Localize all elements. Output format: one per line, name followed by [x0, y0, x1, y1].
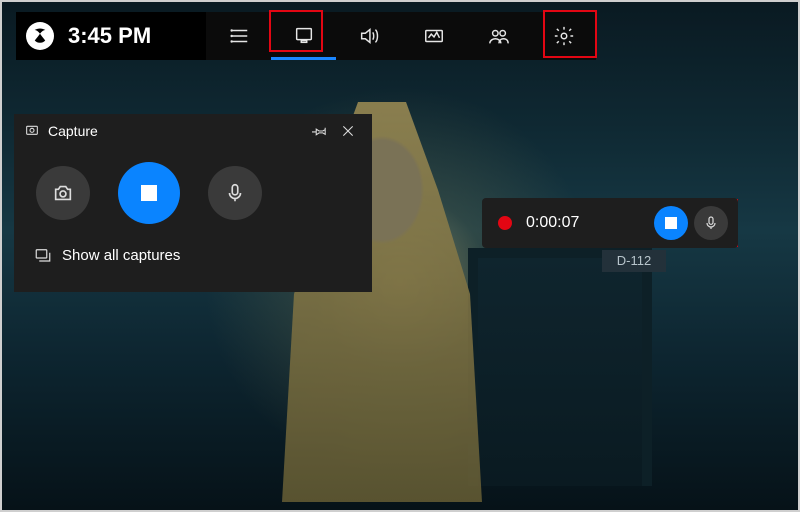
xbox-logo-icon[interactable] — [26, 22, 54, 50]
xbox-social-icon — [488, 25, 510, 47]
social-button[interactable] — [466, 12, 531, 60]
close-button[interactable] — [334, 117, 362, 145]
recording-status-bar: 0:00:07 — [482, 198, 738, 248]
capture-button[interactable] — [271, 12, 336, 60]
clock-time: 3:45 PM — [68, 23, 151, 49]
microphone-icon — [703, 215, 719, 231]
show-all-captures-link[interactable]: Show all captures — [14, 238, 372, 272]
widgets-menu-icon — [228, 25, 250, 47]
recording-elapsed-time: 0:00:07 — [526, 214, 648, 232]
performance-button[interactable] — [401, 12, 466, 60]
capture-icon — [293, 24, 315, 46]
recording-mic-button[interactable] — [694, 206, 728, 240]
pin-button[interactable] — [306, 117, 334, 145]
toolbar-time-zone: 3:45 PM — [16, 12, 206, 60]
audio-icon — [358, 25, 380, 47]
close-icon — [340, 123, 356, 139]
stop-icon — [141, 185, 157, 201]
recording-stop-button[interactable] — [654, 206, 688, 240]
audio-button[interactable] — [336, 12, 401, 60]
microphone-toggle-button[interactable] — [208, 166, 262, 220]
game-bar-toolbar: 3:45 PM — [16, 12, 596, 60]
capture-header-icon — [24, 123, 40, 139]
background-doorway — [468, 248, 652, 486]
gallery-icon — [34, 246, 52, 264]
stop-icon — [665, 217, 677, 229]
performance-icon — [423, 25, 445, 47]
camera-icon — [52, 182, 74, 204]
capture-widget: Capture Show all captures — [14, 114, 372, 292]
capture-widget-header: Capture — [14, 114, 372, 148]
settings-gear-icon — [553, 25, 575, 47]
show-all-captures-label: Show all captures — [62, 247, 180, 264]
screenshot-button[interactable] — [36, 166, 90, 220]
pin-icon — [312, 123, 328, 139]
microphone-icon — [224, 182, 246, 204]
screen-background: D-112 3:45 PM — [0, 0, 800, 512]
recording-indicator-icon — [498, 216, 512, 230]
door-label: D-112 — [602, 250, 666, 272]
capture-widget-title: Capture — [48, 123, 98, 139]
settings-button[interactable] — [531, 12, 596, 60]
widgets-menu-button[interactable] — [206, 12, 271, 60]
stop-recording-button[interactable] — [118, 162, 180, 224]
